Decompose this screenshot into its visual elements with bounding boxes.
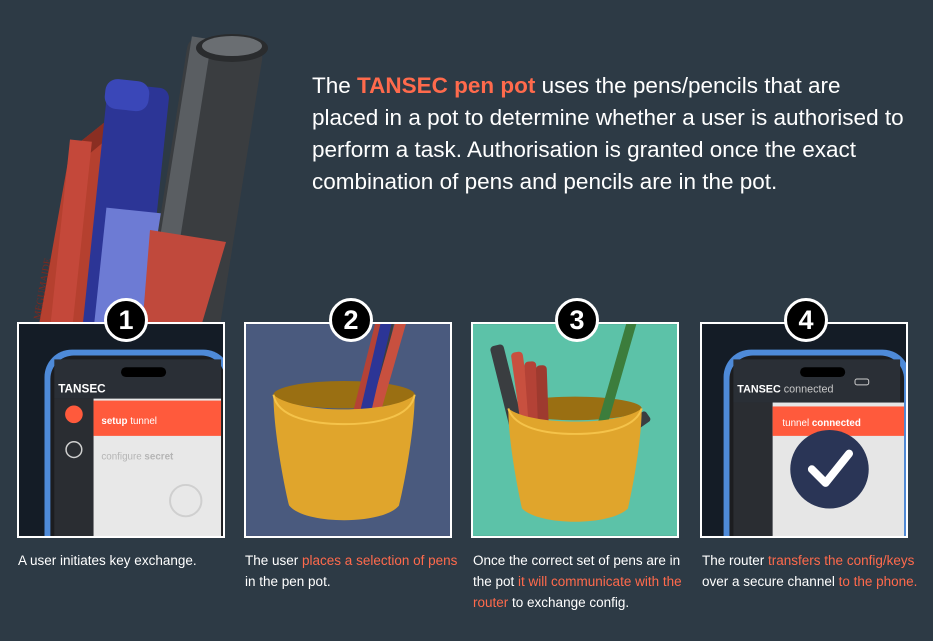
step-1-badge: 1 xyxy=(104,298,148,342)
brand-name: TANSEC pen pot xyxy=(357,73,536,98)
phone-setup-illustration: TANSEC setup tunnel configure secret xyxy=(19,324,223,536)
pen-pot-full-illustration xyxy=(473,324,677,536)
step-4-badge: 4 xyxy=(784,298,828,342)
app-title: TANSEC xyxy=(58,383,106,396)
caption-text: A user initiates key exchange. xyxy=(18,553,197,568)
phone-notch xyxy=(800,367,846,378)
tunnel-connected-label: tunnel connected xyxy=(782,418,860,429)
phone-connected-illustration: TANSEC connected tunnel connected xyxy=(702,324,906,536)
step-4-caption: The router transfers the config/keys ove… xyxy=(702,550,927,592)
pen-pot xyxy=(508,408,642,522)
step-2-badge: 2 xyxy=(329,298,373,342)
caption-highlight: places a selection of pens xyxy=(302,553,458,568)
step-3-panel xyxy=(471,322,679,538)
caption-text: The user xyxy=(245,553,303,568)
intro-pre: The xyxy=(312,73,358,98)
hero-pens-illustration: MEGUMAIDE xyxy=(32,34,268,330)
caption-text: The router xyxy=(702,553,769,568)
caption-text: to exchange config. xyxy=(508,595,630,610)
pen-pot-illustration xyxy=(246,324,450,536)
step-3-badge: 3 xyxy=(555,298,599,342)
step-2-caption: The user places a selection of pens in t… xyxy=(245,550,470,592)
black-red-pen xyxy=(142,34,268,330)
step-3-caption: Once the correct set of pens are in the … xyxy=(473,550,698,613)
step-4-panel: TANSEC connected tunnel connected xyxy=(700,322,908,538)
configure-secret-label[interactable]: configure secret xyxy=(101,451,174,462)
caption-text: in the pen pot. xyxy=(245,574,331,589)
step-1-panel: TANSEC setup tunnel configure secret xyxy=(17,322,225,538)
active-radio-icon xyxy=(65,405,83,424)
intro-text: The TANSEC pen pot uses the pens/pencils… xyxy=(312,70,912,198)
caption-highlight: transfers the config/keys xyxy=(768,553,915,568)
success-check-icon xyxy=(790,430,869,509)
step-1-caption: A user initiates key exchange. xyxy=(18,550,243,571)
caption-text: over a secure channel xyxy=(702,574,839,589)
pen-pot xyxy=(273,394,415,521)
setup-tunnel-label: setup tunnel xyxy=(101,416,157,427)
caption-highlight: to the phone. xyxy=(838,574,918,589)
step-2-panel xyxy=(244,322,452,538)
app-header: TANSEC connected xyxy=(737,384,833,396)
phone-notch xyxy=(121,367,167,378)
